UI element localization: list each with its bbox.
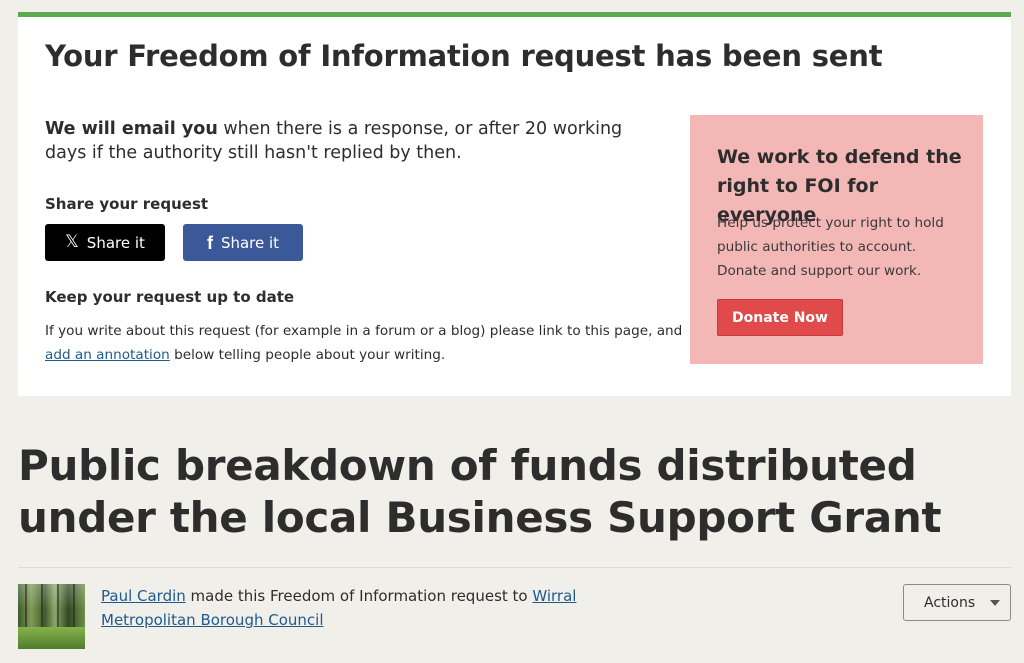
share-facebook-label: Share it: [220, 233, 280, 252]
divider: [18, 567, 1011, 568]
notice-lead: We will email you when there is a respon…: [45, 117, 635, 165]
requester-link[interactable]: Paul Cardin: [101, 587, 186, 605]
x-logo-icon: 𝕏: [65, 232, 79, 252]
avatar-ground: [18, 627, 85, 649]
keep-up-to-date-heading: Keep your request up to date: [45, 288, 295, 306]
share-x-label: Share it: [86, 233, 145, 252]
share-heading: Share your request: [45, 195, 209, 213]
actions-dropdown[interactable]: Actions: [903, 584, 1011, 621]
promo-text: Help us protect your right to hold publi…: [717, 215, 944, 279]
byline-middle: made this Freedom of Information request…: [185, 587, 533, 605]
notice-lead-bold: We will email you: [45, 119, 218, 139]
share-x-button[interactable]: 𝕏 Share it: [45, 224, 165, 261]
keep-text-after: below telling people about your writing.: [169, 347, 446, 363]
donation-promo: We work to defend the right to FOI for e…: [690, 115, 983, 364]
keep-up-to-date-text: If you write about this request (for exa…: [45, 319, 685, 367]
chevron-down-icon: [990, 600, 1000, 606]
add-annotation-link[interactable]: add an annotation: [45, 347, 170, 363]
request-title: Public breakdown of funds distributed un…: [18, 441, 942, 542]
actions-label: Actions: [924, 594, 976, 611]
share-facebook-button[interactable]: f Share it: [183, 224, 303, 261]
request-sent-notice: Your Freedom of Information request has …: [18, 12, 1011, 396]
request-byline: Paul Cardin made this Freedom of Informa…: [101, 584, 601, 632]
notice-title: Your Freedom of Information request has …: [45, 39, 883, 73]
donate-now-button[interactable]: Donate Now: [717, 299, 843, 336]
keep-text-before: If you write about this request (for exa…: [45, 323, 683, 339]
facebook-icon: f: [206, 232, 213, 253]
avatar[interactable]: [18, 584, 85, 649]
